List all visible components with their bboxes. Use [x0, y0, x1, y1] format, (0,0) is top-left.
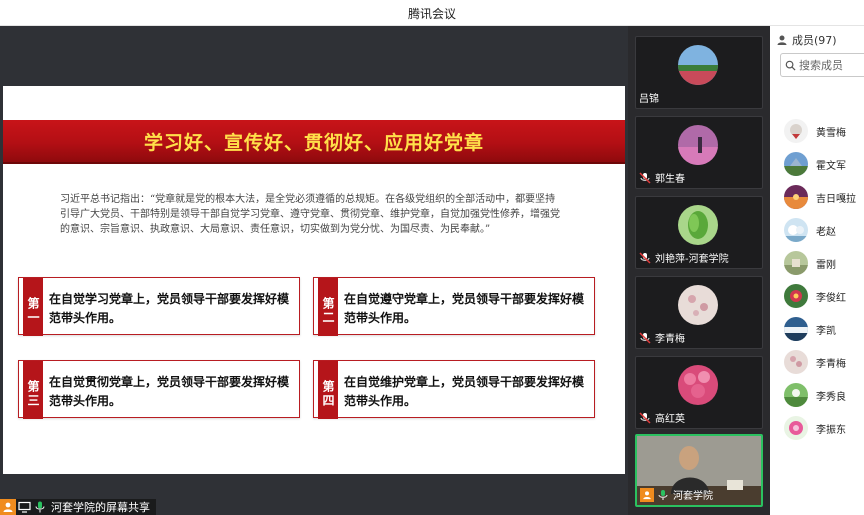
screen-share-icon[interactable] [16, 499, 32, 515]
member-name: 李秀良 [816, 391, 846, 403]
member-item[interactable]: 李振东 [784, 415, 864, 441]
avatar [784, 317, 808, 341]
people-icon [777, 35, 787, 45]
video-tile[interactable]: 刘艳萍-河套学院 [635, 196, 763, 269]
avatar [784, 185, 808, 209]
participant-name: 郭生春 [639, 170, 685, 185]
slide-quote: 习近平总书记指出：“党章就是党的根本大法，是全党必须遵循的总规矩。在各级党组织的… [60, 194, 560, 235]
screen-share-label: 河套学院的屏幕共享 [0, 499, 156, 515]
member-name: 李振东 [816, 424, 846, 436]
principle-card-3: 第三 在自觉贯彻党章上，党员领导干部要发挥好模范带头作用。 [18, 360, 300, 419]
avatar [678, 205, 718, 245]
participant-name: 高红英 [639, 410, 685, 425]
user-icon [0, 499, 16, 515]
slide-banner: 学习好、宣传好、贯彻好、应用好党章 [3, 120, 625, 164]
title-bar: 腾讯会议 [0, 0, 864, 26]
avatar [784, 284, 808, 308]
avatar [678, 365, 718, 405]
principle-card-2: 第二 在自觉遵守党章上，党员领导干部要发挥好模范带头作用。 [313, 277, 595, 336]
member-name: 李青梅 [816, 358, 846, 370]
participant-name: 吕锦 [639, 94, 659, 105]
card-badge: 第三 [23, 361, 43, 419]
member-item[interactable]: 雷刚 [784, 250, 864, 276]
member-item[interactable]: 李凯 [784, 316, 864, 342]
members-panel: 成员(97) 黄雪梅 霍文军 吉日嘎拉 老赵 雷刚 李俊红 [770, 26, 864, 515]
principle-card-4: 第四 在自觉维护党章上，党员领导干部要发挥好模范带头作用。 [313, 360, 595, 419]
member-name: 老赵 [816, 226, 836, 238]
host-icon [640, 487, 654, 502]
member-name: 霍文军 [816, 160, 846, 172]
avatar [784, 119, 808, 143]
mic-muted-icon [639, 171, 651, 184]
member-item[interactable]: 李秀良 [784, 382, 864, 408]
avatar [678, 45, 718, 85]
app-title: 腾讯会议 [407, 7, 456, 21]
search-icon [785, 60, 796, 71]
member-search-input[interactable] [799, 58, 864, 72]
avatar [678, 285, 718, 325]
mic-muted-icon [639, 411, 651, 424]
members-header: 成员(97) [776, 32, 837, 48]
member-name: 雷刚 [816, 259, 836, 271]
member-item[interactable]: 吉日嘎拉 [784, 184, 864, 210]
avatar [784, 152, 808, 176]
principle-card-1: 第一 在自觉学习党章上，党员领导干部要发挥好模范带头作用。 [18, 277, 300, 336]
avatar [784, 416, 808, 440]
video-tiles-column: 吕锦 郭生春 刘艳萍-河套学院 李青梅 高红英 河套学院 [628, 26, 770, 515]
card-text: 在自觉贯彻党章上，党员领导干部要发挥好模范带头作用。 [49, 375, 290, 408]
video-tile[interactable]: 李青梅 [635, 276, 763, 349]
member-name: 黄雪梅 [816, 127, 846, 139]
avatar [784, 383, 808, 407]
member-item[interactable]: 霍文军 [784, 151, 864, 177]
avatar [784, 251, 808, 275]
participant-name: 河套学院 [640, 487, 713, 502]
participant-name: 李青梅 [639, 330, 685, 345]
card-badge: 第四 [318, 361, 338, 419]
member-item[interactable]: 老赵 [784, 217, 864, 243]
card-badge: 第一 [23, 278, 43, 336]
member-item[interactable]: 李青梅 [784, 349, 864, 375]
member-item[interactable]: 李俊红 [784, 283, 864, 309]
mic-icon [658, 489, 668, 500]
mic-muted-icon [639, 331, 651, 344]
shared-screen[interactable]: 学习好、宣传好、贯彻好、应用好党章 习近平总书记指出：“党章就是党的根本大法，是… [0, 26, 628, 515]
video-tile-active-speaker[interactable]: 河套学院 [635, 434, 763, 507]
card-text: 在自觉学习党章上，党员领导干部要发挥好模范带头作用。 [49, 292, 290, 325]
screen-share-text: 河套学院的屏幕共享 [51, 501, 150, 514]
avatar [784, 350, 808, 374]
card-text: 在自觉遵守党章上，党员领导干部要发挥好模范带头作用。 [344, 292, 585, 325]
mic-muted-icon [639, 251, 651, 264]
member-search-box[interactable] [780, 53, 864, 77]
video-tile[interactable]: 郭生春 [635, 116, 763, 189]
slide-title: 学习好、宣传好、贯彻好、应用好党章 [143, 132, 484, 154]
member-name: 李俊红 [816, 292, 846, 304]
member-item[interactable]: 黄雪梅 [784, 118, 864, 144]
avatar [678, 125, 718, 165]
card-text: 在自觉维护党章上，党员领导干部要发挥好模范带头作用。 [344, 375, 585, 408]
presentation-slide: 学习好、宣传好、贯彻好、应用好党章 习近平总书记指出：“党章就是党的根本大法，是… [3, 86, 625, 474]
participant-name: 刘艳萍-河套学院 [639, 250, 729, 265]
member-name: 吉日嘎拉 [816, 193, 856, 205]
avatar [784, 218, 808, 242]
video-tile[interactable]: 高红英 [635, 356, 763, 429]
mic-icon[interactable] [32, 499, 48, 515]
member-name: 李凯 [816, 325, 836, 337]
members-count: 成员(97) [792, 34, 837, 47]
card-badge: 第二 [318, 278, 338, 336]
video-tile[interactable]: 吕锦 [635, 36, 763, 109]
